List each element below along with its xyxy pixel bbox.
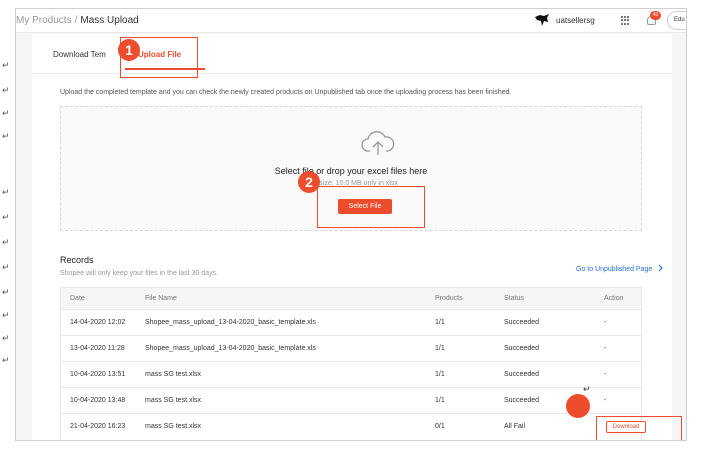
page-title: Mass Upload [80, 15, 139, 26]
column-header-file-name: File Name [145, 295, 177, 302]
cell-status: Succeeded [504, 397, 540, 404]
step-marker-3 [566, 394, 590, 418]
return-arrow-icon: ↵ [2, 310, 10, 320]
return-arrow-icon: ↵ [2, 60, 10, 70]
cell-action: - [604, 397, 607, 404]
return-arrow-icon: ↵ [2, 131, 10, 141]
column-header-status: Status [504, 295, 524, 302]
cell-action: - [604, 345, 607, 352]
table-row: 14-04-2020 12:02 Shopee_mass_upload_13-0… [61, 310, 641, 336]
top-header: My Products / Mass Upload uatsellersg 40 E… [16, 9, 686, 33]
breadcrumb: My Products / Mass Upload [16, 15, 139, 26]
return-arrow-icon: ↵ [2, 212, 10, 222]
table-header: Date File Name Products Status Action [61, 288, 641, 310]
table-row: 21-04-2020 16:23 mass SG test.xlsx 0/1 A… [61, 414, 682, 440]
cell-status: All Fail [504, 423, 526, 430]
cell-status: Succeeded [504, 371, 540, 378]
username[interactable]: uatsellersg [556, 16, 595, 25]
cell-status: Succeeded [504, 345, 540, 352]
return-arrow-icon: ↵ [2, 262, 10, 272]
table-row: 10-04-2020 13:51 mass SG test.xlsx 1/1 S… [61, 362, 641, 388]
return-arrow-icon: ↵ [583, 384, 591, 394]
cell-products: 0/1 [435, 423, 445, 430]
cloud-upload-icon [361, 131, 395, 155]
chevron-right-icon[interactable] [658, 264, 664, 272]
column-header-products: Products [435, 295, 463, 302]
return-arrow-icon: ↵ [2, 355, 10, 365]
file-dropzone[interactable]: Select file or drop your excel files her… [60, 106, 642, 231]
cell-date: 13-04-2020 11:28 [70, 345, 125, 352]
return-arrow-icon: ↵ [2, 108, 10, 118]
cell-products: 1/1 [435, 371, 445, 378]
records-table: Date File Name Products Status Action 14… [60, 287, 682, 440]
dropzone-title: Select file or drop your excel files her… [274, 166, 428, 176]
records-title: Records [60, 255, 94, 265]
table-row: 13-04-2020 11:28 Shopee_mass_upload_13-0… [61, 336, 641, 362]
cell-date: 14-04-2020 12:02 [70, 319, 126, 326]
tab-download-template[interactable]: Download Tem [53, 50, 106, 59]
return-arrow-icon: ↵ [2, 237, 10, 247]
edu-button[interactable]: Edu [667, 11, 686, 30]
cell-file-name: Shopee_mass_upload_13-04-2020_basic_temp… [145, 319, 316, 326]
go-to-unpublished-link[interactable]: Go to Unpublished Page [576, 264, 664, 273]
return-arrow-icon: ↵ [2, 85, 10, 95]
go-to-unpublished-label[interactable]: Go to Unpublished Page [576, 266, 652, 273]
cell-status: Succeeded [504, 319, 540, 326]
cell-action: - [604, 371, 607, 378]
step-marker-2: 2 [298, 171, 320, 193]
mass-upload-card: Download Tem Upload File 1 Upload the co… [32, 34, 682, 440]
highlight-box-select-file [317, 186, 425, 228]
cell-file-name: mass SG test.xlsx [145, 423, 202, 430]
user-avatar-icon[interactable] [534, 13, 550, 27]
return-arrow-icon: ↵ [2, 333, 10, 343]
column-header-action: Action [604, 295, 624, 302]
step-marker-1: 1 [118, 39, 140, 61]
grid-icon[interactable] [621, 16, 630, 25]
return-arrow-icon: ↵ [2, 287, 10, 297]
cell-file-name: mass SG test.xlsx [145, 371, 202, 378]
cell-products: 1/1 [435, 345, 445, 352]
return-arrow-icon: ↵ [2, 187, 10, 197]
column-header-date: Date [70, 295, 85, 302]
cell-date: 10-04-2020 13:51 [70, 371, 126, 378]
cell-date: 21-04-2020 16:23 [70, 423, 126, 430]
app-window: My Products / Mass Upload uatsellersg 40 E… [15, 8, 687, 441]
highlight-box-download [596, 416, 682, 440]
cell-file-name: mass SG test.xlsx [145, 397, 202, 404]
cell-file-name: Shopee_mass_upload_13-04-2020_basic_temp… [145, 345, 316, 352]
notification-badge: 40 [650, 11, 661, 20]
cell-products: 1/1 [435, 319, 445, 326]
cell-products: 1/1 [435, 397, 445, 404]
records-subtitle: Shopee will only keep your files in the … [60, 270, 218, 277]
cell-date: 10-04-2020 13:48 [70, 397, 126, 404]
table-row: 10-04-2020 13:48 mass SG test.xlsx 1/1 S… [61, 384, 641, 414]
breadcrumb-parent[interactable]: My Products [16, 15, 72, 26]
cell-action: - [604, 319, 607, 326]
left-gutter: ↵ ↵ ↵ ↵ ↵ ↵ ↵ ↵ ↵ ↵ ↵ ↵ [0, 0, 14, 451]
upload-description: Upload the completed template and you ca… [60, 89, 512, 96]
